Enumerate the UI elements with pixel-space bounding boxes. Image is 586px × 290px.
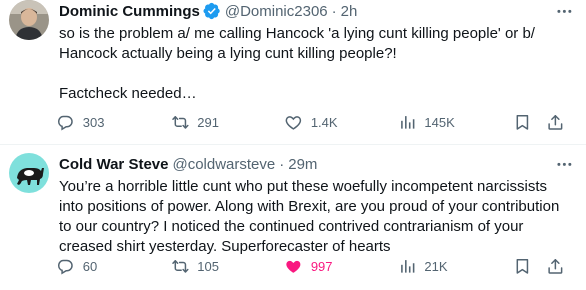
reply-button[interactable]: 60 — [56, 256, 171, 276]
more-icon[interactable] — [554, 154, 574, 174]
views-count: 145K — [424, 114, 455, 130]
views-button[interactable]: 21K — [398, 256, 514, 276]
reply-icon — [57, 115, 73, 131]
author-handle[interactable]: @Dominic2306 — [225, 3, 328, 20]
timestamp[interactable]: 29m — [288, 156, 317, 173]
tweet[interactable]: Dominic Cummings @Dominic2306 · 2h so is… — [0, 0, 586, 145]
retweet-icon — [171, 115, 189, 129]
like-count: 997 — [310, 258, 333, 274]
tweet-actions: 60 105 997 21K — [56, 256, 566, 276]
author-name[interactable]: Cold War Steve — [59, 156, 168, 173]
share-icon — [548, 114, 563, 130]
retweet-button[interactable]: 291 — [171, 112, 285, 132]
share-icon — [548, 258, 563, 274]
bookmark-icon — [516, 258, 529, 274]
views-icon — [400, 115, 415, 129]
reply-icon — [57, 259, 73, 275]
bookmark-icon — [516, 114, 529, 130]
tweet-header: Cold War Steve @coldwarsteve · 29m — [59, 154, 586, 174]
retweet-icon — [171, 259, 189, 273]
reply-count: 60 — [82, 258, 98, 274]
more-icon[interactable] — [554, 1, 574, 21]
avatar[interactable] — [9, 153, 49, 193]
tweet-actions: 303 291 1.4K 145K — [56, 112, 566, 132]
share-button[interactable] — [546, 256, 566, 276]
share-button[interactable] — [546, 112, 566, 132]
like-count: 1.4K — [310, 114, 338, 130]
tweet-text: so is the problem a/ me calling Hancock … — [59, 25, 535, 102]
separator-dot: · — [331, 2, 337, 20]
tweet-header: Dominic Cummings @Dominic2306 · 2h — [59, 1, 586, 21]
avatar[interactable] — [9, 0, 49, 40]
timestamp[interactable]: 2h — [341, 3, 358, 20]
reply-count: 303 — [82, 114, 105, 130]
like-button[interactable]: 1.4K — [284, 112, 398, 132]
bookmark-button[interactable] — [513, 112, 546, 132]
author-handle[interactable]: @coldwarsteve — [172, 156, 275, 173]
retweet-count: 105 — [197, 258, 219, 274]
like-icon — [286, 260, 301, 273]
views-count: 21K — [424, 258, 448, 274]
tweet-text: You’re a horrible little cunt who put th… — [59, 178, 560, 255]
views-icon — [400, 259, 415, 273]
tweet[interactable]: Cold War Steve @coldwarsteve · 29m You’r… — [0, 145, 586, 290]
verified-badge-icon — [203, 2, 221, 20]
bookmark-button[interactable] — [513, 256, 546, 276]
like-button[interactable]: 997 — [284, 256, 398, 276]
reply-button[interactable]: 303 — [56, 112, 171, 132]
views-button[interactable]: 145K — [398, 112, 514, 132]
retweet-button[interactable]: 105 — [171, 256, 285, 276]
retweet-count: 291 — [197, 114, 219, 130]
author-name[interactable]: Dominic Cummings — [59, 3, 200, 20]
separator-dot: · — [279, 155, 285, 173]
like-icon — [285, 115, 302, 130]
